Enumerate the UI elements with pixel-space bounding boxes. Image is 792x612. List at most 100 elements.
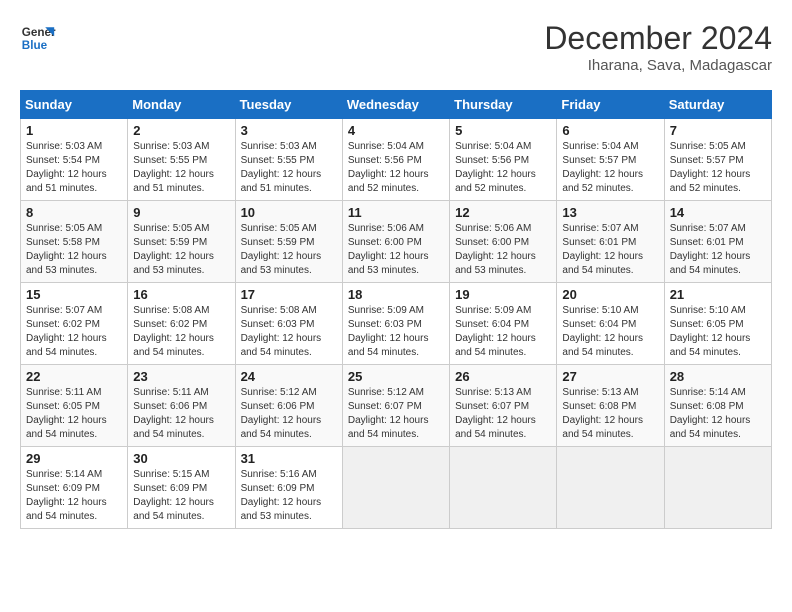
page-header: General Blue December 2024 Iharana, Sava… [20, 20, 772, 74]
calendar-week-row: 1 Sunrise: 5:03 AM Sunset: 5:54 PM Daylig… [21, 119, 772, 201]
day-info: Sunrise: 5:03 AM Sunset: 5:55 PM Dayligh… [133, 140, 229, 196]
day-of-week-header: Wednesday [342, 91, 449, 119]
calendar-day-cell: 3Sunrise: 5:03 AM Sunset: 5:55 PM Daylig… [235, 119, 342, 201]
month-title: December 2024 [544, 20, 772, 57]
day-number: 11 [348, 205, 444, 220]
day-info: Sunrise: 5:07 AM Sunset: 6:02 PM Dayligh… [26, 304, 122, 360]
logo: General Blue [20, 20, 56, 56]
day-number: 6 [562, 123, 658, 138]
calendar-week-row: 29Sunrise: 5:14 AM Sunset: 6:09 PM Dayli… [21, 447, 772, 529]
svg-text:Blue: Blue [22, 39, 48, 52]
day-info: Sunrise: 5:14 AM Sunset: 6:08 PM Dayligh… [670, 386, 766, 442]
day-of-week-header: Monday [128, 91, 235, 119]
day-info: Sunrise: 5:12 AM Sunset: 6:06 PM Dayligh… [241, 386, 337, 442]
calendar-day-cell: 27Sunrise: 5:13 AM Sunset: 6:08 PM Dayli… [557, 365, 664, 447]
day-number: 21 [670, 287, 766, 302]
calendar-day-cell [557, 447, 664, 529]
calendar-day-cell [450, 447, 557, 529]
day-number: 8 [26, 205, 122, 220]
day-number: 19 [455, 287, 551, 302]
day-number: 26 [455, 369, 551, 384]
calendar-day-cell: 12 Sunrise: 5:06 AM Sunset: 6:00 PM Dayli… [450, 201, 557, 283]
day-number: 22 [26, 369, 122, 384]
calendar-week-row: 8 Sunrise: 5:05 AM Sunset: 5:58 PM Daylig… [21, 201, 772, 283]
day-of-week-header: Thursday [450, 91, 557, 119]
day-number: 24 [241, 369, 337, 384]
day-number: 2 [133, 123, 229, 138]
calendar-day-cell: 9 Sunrise: 5:05 AM Sunset: 5:59 PM Daylig… [128, 201, 235, 283]
calendar-day-cell: 24 Sunrise: 5:12 AM Sunset: 6:06 PM Dayli… [235, 365, 342, 447]
day-info: Sunrise: 5:12 AM Sunset: 6:07 PM Dayligh… [348, 386, 444, 442]
day-info: Sunrise: 5:09 AM Sunset: 6:03 PM Dayligh… [348, 304, 444, 360]
day-number: 23 [133, 369, 229, 384]
calendar-day-cell: 8 Sunrise: 5:05 AM Sunset: 5:58 PM Daylig… [21, 201, 128, 283]
title-block: December 2024 Iharana, Sava, Madagascar [544, 20, 772, 74]
day-number: 13 [562, 205, 658, 220]
calendar-day-cell: 18Sunrise: 5:09 AM Sunset: 6:03 PM Dayli… [342, 283, 449, 365]
day-info: Sunrise: 5:16 AM Sunset: 6:09 PM Dayligh… [241, 468, 337, 524]
day-number: 29 [26, 451, 122, 466]
day-number: 28 [670, 369, 766, 384]
calendar-day-cell [342, 447, 449, 529]
day-info: Sunrise: 5:05 AM Sunset: 5:58 PM Dayligh… [26, 222, 122, 278]
calendar-week-row: 22 Sunrise: 5:11 AM Sunset: 6:05 PM Dayli… [21, 365, 772, 447]
day-info: Sunrise: 5:05 AM Sunset: 5:57 PM Dayligh… [670, 140, 766, 196]
day-number: 25 [348, 369, 444, 384]
calendar-day-cell: 19 Sunrise: 5:09 AM Sunset: 6:04 PM Dayli… [450, 283, 557, 365]
day-info: Sunrise: 5:06 AM Sunset: 6:00 PM Dayligh… [455, 222, 551, 278]
day-info: Sunrise: 5:11 AM Sunset: 6:06 PM Dayligh… [133, 386, 229, 442]
day-info: Sunrise: 5:15 AM Sunset: 6:09 PM Dayligh… [133, 468, 229, 524]
day-info: Sunrise: 5:06 AM Sunset: 6:00 PM Dayligh… [348, 222, 444, 278]
calendar-day-cell: 28 Sunrise: 5:14 AM Sunset: 6:08 PM Dayli… [664, 365, 771, 447]
calendar-day-cell: 30Sunrise: 5:15 AM Sunset: 6:09 PM Dayli… [128, 447, 235, 529]
location-subtitle: Iharana, Sava, Madagascar [544, 57, 772, 74]
day-number: 12 [455, 205, 551, 220]
day-of-week-header: Friday [557, 91, 664, 119]
calendar-day-cell: 21Sunrise: 5:10 AM Sunset: 6:05 PM Dayli… [664, 283, 771, 365]
calendar-day-cell: 26 Sunrise: 5:13 AM Sunset: 6:07 PM Dayli… [450, 365, 557, 447]
day-number: 1 [26, 123, 122, 138]
day-info: Sunrise: 5:08 AM Sunset: 6:02 PM Dayligh… [133, 304, 229, 360]
calendar-day-cell: 25 Sunrise: 5:12 AM Sunset: 6:07 PM Dayli… [342, 365, 449, 447]
calendar-day-cell: 10Sunrise: 5:05 AM Sunset: 5:59 PM Dayli… [235, 201, 342, 283]
day-number: 5 [455, 123, 551, 138]
calendar-day-cell: 6 Sunrise: 5:04 AM Sunset: 5:57 PM Daylig… [557, 119, 664, 201]
calendar-day-cell: 31 Sunrise: 5:16 AM Sunset: 6:09 PM Dayli… [235, 447, 342, 529]
calendar-day-cell: 17 Sunrise: 5:08 AM Sunset: 6:03 PM Dayli… [235, 283, 342, 365]
day-info: Sunrise: 5:04 AM Sunset: 5:56 PM Dayligh… [348, 140, 444, 196]
day-of-week-header: Saturday [664, 91, 771, 119]
day-number: 14 [670, 205, 766, 220]
day-number: 9 [133, 205, 229, 220]
day-number: 31 [241, 451, 337, 466]
calendar-header-row: SundayMondayTuesdayWednesdayThursdayFrid… [21, 91, 772, 119]
day-info: Sunrise: 5:13 AM Sunset: 6:07 PM Dayligh… [455, 386, 551, 442]
day-number: 4 [348, 123, 444, 138]
day-info: Sunrise: 5:07 AM Sunset: 6:01 PM Dayligh… [562, 222, 658, 278]
calendar-week-row: 15Sunrise: 5:07 AM Sunset: 6:02 PM Dayli… [21, 283, 772, 365]
calendar-day-cell: 5 Sunrise: 5:04 AM Sunset: 5:56 PM Daylig… [450, 119, 557, 201]
day-number: 17 [241, 287, 337, 302]
day-info: Sunrise: 5:09 AM Sunset: 6:04 PM Dayligh… [455, 304, 551, 360]
calendar-day-cell: 15Sunrise: 5:07 AM Sunset: 6:02 PM Dayli… [21, 283, 128, 365]
day-info: Sunrise: 5:04 AM Sunset: 5:57 PM Dayligh… [562, 140, 658, 196]
calendar-day-cell: 2 Sunrise: 5:03 AM Sunset: 5:55 PM Daylig… [128, 119, 235, 201]
day-number: 20 [562, 287, 658, 302]
day-info: Sunrise: 5:03 AM Sunset: 5:54 PM Dayligh… [26, 140, 122, 196]
day-info: Sunrise: 5:03 AM Sunset: 5:55 PM Dayligh… [241, 140, 337, 196]
day-info: Sunrise: 5:08 AM Sunset: 6:03 PM Dayligh… [241, 304, 337, 360]
day-of-week-header: Tuesday [235, 91, 342, 119]
day-number: 7 [670, 123, 766, 138]
calendar-day-cell: 11 Sunrise: 5:06 AM Sunset: 6:00 PM Dayli… [342, 201, 449, 283]
calendar-day-cell: 23 Sunrise: 5:11 AM Sunset: 6:06 PM Dayli… [128, 365, 235, 447]
calendar-day-cell: 13 Sunrise: 5:07 AM Sunset: 6:01 PM Dayli… [557, 201, 664, 283]
calendar-day-cell: 22 Sunrise: 5:11 AM Sunset: 6:05 PM Dayli… [21, 365, 128, 447]
day-info: Sunrise: 5:05 AM Sunset: 5:59 PM Dayligh… [133, 222, 229, 278]
logo-icon: General Blue [20, 20, 56, 56]
calendar-day-cell: 1 Sunrise: 5:03 AM Sunset: 5:54 PM Daylig… [21, 119, 128, 201]
calendar-day-cell [664, 447, 771, 529]
day-info: Sunrise: 5:04 AM Sunset: 5:56 PM Dayligh… [455, 140, 551, 196]
calendar-day-cell: 20 Sunrise: 5:10 AM Sunset: 6:04 PM Dayli… [557, 283, 664, 365]
day-info: Sunrise: 5:10 AM Sunset: 6:04 PM Dayligh… [562, 304, 658, 360]
day-info: Sunrise: 5:07 AM Sunset: 6:01 PM Dayligh… [670, 222, 766, 278]
day-info: Sunrise: 5:11 AM Sunset: 6:05 PM Dayligh… [26, 386, 122, 442]
